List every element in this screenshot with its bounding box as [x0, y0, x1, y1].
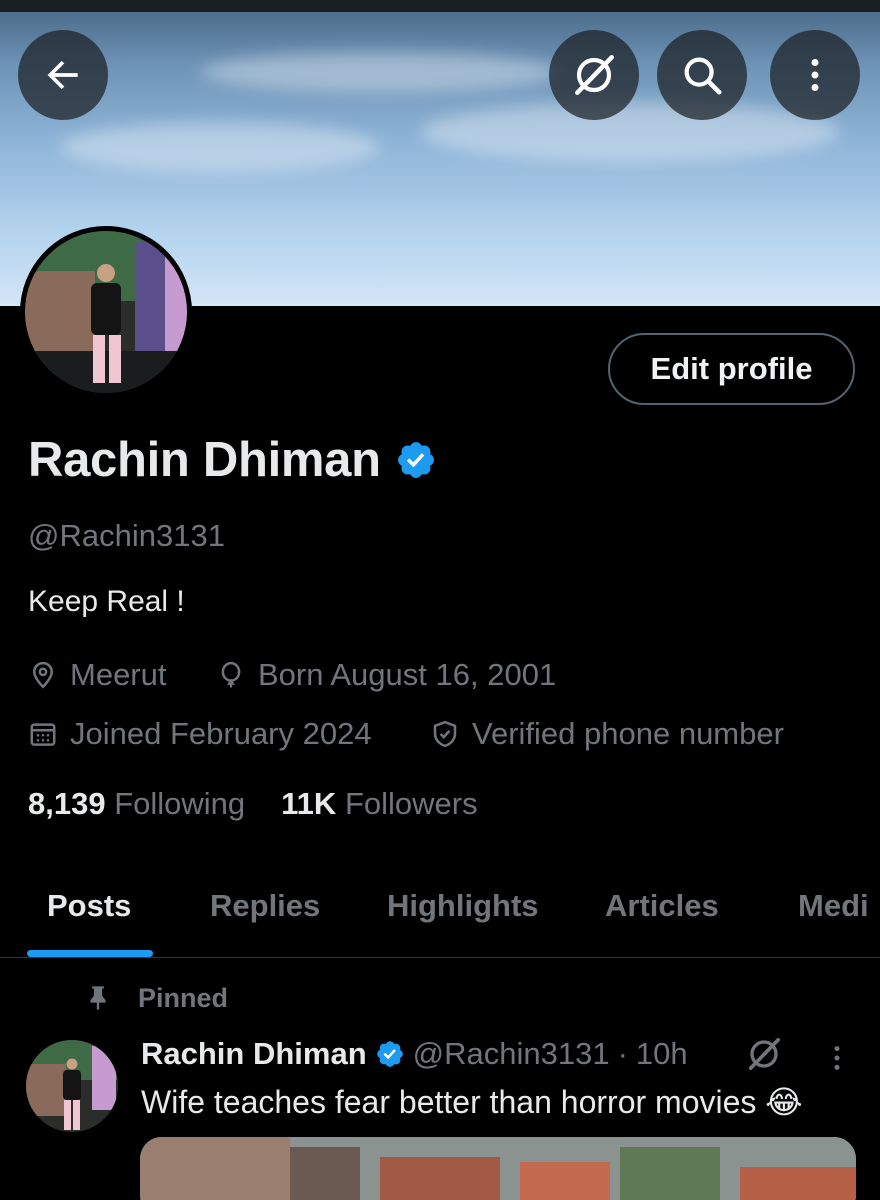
profile-name-row: Rachin Dhiman [28, 432, 437, 488]
active-tab-indicator [27, 950, 153, 957]
profile-avatar[interactable] [20, 226, 192, 398]
status-bar [0, 0, 880, 12]
profile-tabs: Posts Replies Highlights Articles Medi [0, 880, 880, 958]
birthday-text: Born August 16, 2001 [258, 657, 557, 692]
post-time: 10h [635, 1036, 688, 1071]
tab-highlights[interactable]: Highlights [387, 888, 539, 924]
profile-name: Rachin Dhiman [28, 433, 381, 487]
post-author-name[interactable]: Rachin Dhiman [141, 1036, 367, 1072]
follow-stats: 8,139 Following 11K Followers [28, 786, 478, 822]
post-author-avatar[interactable] [26, 1040, 118, 1132]
location-pin-icon [32, 661, 54, 689]
avatar-photo [25, 231, 187, 393]
verified-badge-icon [376, 1041, 403, 1067]
location-item: Meerut [28, 657, 166, 693]
followers-link[interactable]: 11K Followers [281, 786, 477, 822]
search-icon [684, 57, 722, 95]
location-text: Meerut [70, 657, 167, 692]
tab-replies[interactable]: Replies [210, 888, 320, 924]
followers-count: 11K [281, 786, 337, 821]
post-author-handle: @Rachin3131 [412, 1036, 610, 1071]
verified-badge-icon[interactable] [395, 439, 437, 481]
banner-cloud [420, 102, 840, 162]
post-separator: · [617, 1036, 628, 1071]
pin-icon [90, 986, 106, 1010]
followers-label: Followers [344, 786, 478, 821]
avatar-photo [26, 1040, 118, 1132]
balloon-icon [221, 661, 241, 688]
joined-item: Joined February 2024 [28, 716, 372, 752]
edit-profile-button[interactable]: Edit profile [608, 333, 855, 405]
arrow-left-icon [47, 60, 78, 90]
profile-handle: @Rachin3131 [28, 518, 225, 553]
birthday-item: Born August 16, 2001 [216, 657, 556, 693]
tab-media[interactable]: Medi [798, 888, 869, 924]
following-count: 8,139 [28, 786, 106, 821]
verified-phone-item[interactable]: Verified phone number [430, 716, 784, 752]
shield-check-icon [433, 720, 457, 748]
post-media[interactable] [140, 1137, 856, 1200]
more-options-button[interactable] [770, 30, 860, 120]
tab-posts[interactable]: Posts [47, 888, 131, 924]
joined-text: Joined February 2024 [70, 716, 372, 751]
post-media-thumbnail [140, 1137, 856, 1200]
grok-button[interactable] [549, 30, 639, 120]
back-button[interactable] [18, 30, 108, 120]
grok-icon[interactable] [744, 1034, 784, 1074]
banner-cloud [60, 122, 380, 172]
banner-cloud [200, 52, 560, 92]
post-header: Rachin Dhiman @Rachin3131 · 10h [141, 1036, 688, 1072]
following-label: Following [114, 786, 246, 821]
search-button[interactable] [657, 30, 747, 120]
grok-icon [575, 55, 614, 96]
pinned-indicator: Pinned [84, 982, 228, 1014]
following-link[interactable]: 8,139 Following [28, 786, 245, 822]
pinned-label: Pinned [138, 982, 229, 1013]
post-text: Wife teaches fear better than horror mov… [141, 1084, 803, 1120]
tab-articles[interactable]: Articles [605, 888, 719, 924]
profile-bio: Keep Real ! [28, 585, 185, 618]
verified-phone-text: Verified phone number [472, 716, 784, 751]
more-options-icon[interactable] [822, 1040, 852, 1076]
calendar-icon [30, 723, 56, 746]
more-vertical-icon [811, 59, 819, 91]
